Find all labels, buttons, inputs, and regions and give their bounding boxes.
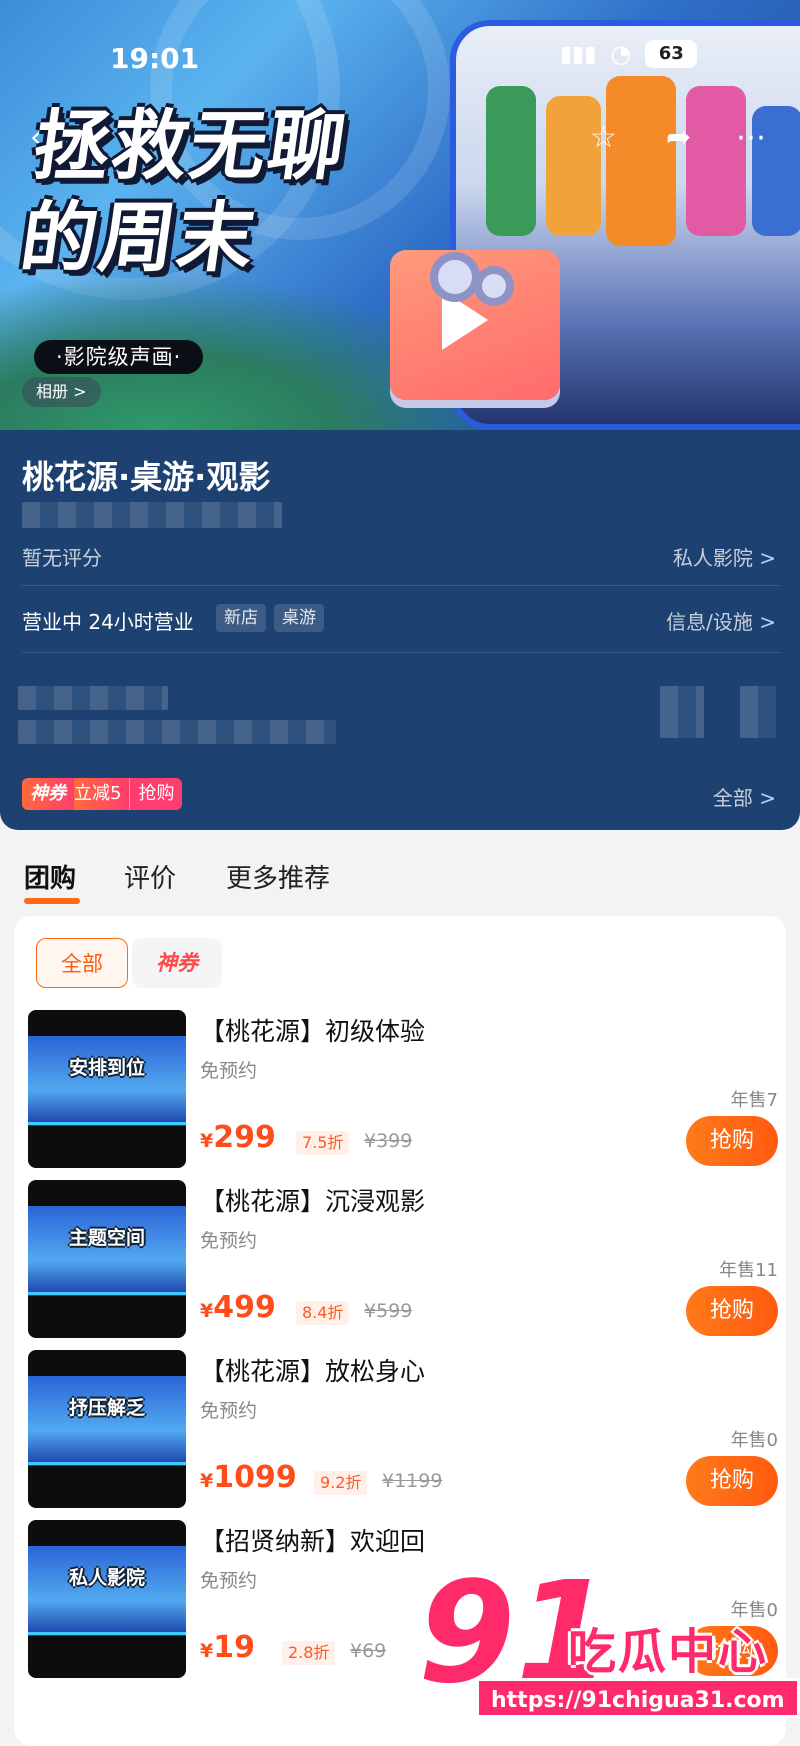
- coupon-value: 立减5: [74, 778, 130, 810]
- film-reel-icon: [430, 252, 480, 302]
- hero-pill: ·影院级声画·: [34, 340, 204, 374]
- deal-discount: 7.5折: [296, 1131, 350, 1155]
- coupon-strip[interactable]: 神券 立减5 抢购: [22, 778, 183, 810]
- poster-figure: [546, 96, 601, 236]
- deal-discount: 2.8折: [282, 1641, 336, 1665]
- headline-line1: 拯救无聊: [28, 101, 353, 190]
- watermark-text: 吃瓜中心: [568, 1624, 769, 1680]
- active-tab-indicator: [24, 898, 80, 904]
- deal-item[interactable]: 安排到位 【桃花源】初级体验 免预约 ¥299 7.5折 ¥399 年售7 抢购: [28, 1010, 778, 1170]
- tag-boardgame: 桌游: [274, 604, 324, 632]
- more-icon[interactable]: ⋯: [736, 118, 766, 158]
- tab-bar: 团购 评价 更多推荐: [0, 830, 800, 920]
- thumb-caption: 私人影院: [68, 1567, 145, 1589]
- hours-status: 营业中 24小时营业: [22, 610, 194, 634]
- deal-original-price: ¥599: [364, 1300, 413, 1322]
- deal-price: ¥19: [200, 1630, 255, 1665]
- deal-price: ¥299: [200, 1120, 276, 1155]
- blurred-location: [18, 686, 168, 710]
- film-reel-icon: [474, 266, 514, 306]
- store-info-card: 桃花源·桌游·观影 暂无评分 私人影院 > 营业中 24小时营业 新店 桌游 信…: [0, 430, 800, 830]
- deal-sold-count: 年售7: [730, 1090, 778, 1111]
- hero-headline: 拯救无聊 的周末: [15, 100, 353, 284]
- thumb-caption: 主题空间: [68, 1227, 145, 1249]
- deal-thumbnail: 抒压解乏: [28, 1350, 186, 1508]
- deal-original-price: ¥69: [350, 1640, 387, 1662]
- poster-figure: [606, 76, 676, 246]
- deal-discount: 9.2折: [314, 1471, 368, 1495]
- category-link[interactable]: 私人影院 >: [673, 542, 776, 571]
- buy-button[interactable]: 抢购: [686, 1286, 778, 1336]
- coupon-label: 神券: [22, 778, 74, 810]
- filter-god-coupon[interactable]: 神券: [132, 938, 222, 988]
- deal-item[interactable]: 主题空间 【桃花源】沉浸观影 免预约 ¥499 8.4折 ¥599 年售11 抢…: [28, 1180, 778, 1340]
- deal-thumbnail: 私人影院: [28, 1520, 186, 1678]
- coupon-grab-button[interactable]: 抢购: [129, 778, 183, 810]
- all-coupons-link[interactable]: 全部 >: [713, 782, 776, 811]
- divider: [22, 652, 780, 653]
- deal-title: 【桃花源】初级体验: [200, 1017, 426, 1046]
- deal-title: 【桃花源】放松身心: [200, 1357, 426, 1386]
- hero-banner[interactable]: 19:01 ▮▮▮ ◔ 63 ‹ ⌕ 私影 ☆ ➦ ⋯ 拯救无聊 的周末 ·影院…: [0, 0, 800, 432]
- facilities-link[interactable]: 信息/设施 >: [666, 606, 776, 635]
- blurred-icon: [740, 686, 776, 738]
- deal-discount: 8.4折: [296, 1301, 350, 1325]
- status-icons: ▮▮▮ ◔ 63: [560, 40, 698, 68]
- album-button[interactable]: 相册 >: [22, 377, 101, 407]
- headline-line2: 的周末: [15, 193, 262, 282]
- signal-icon: ▮▮▮: [560, 41, 597, 67]
- tag-new: 新店: [216, 604, 266, 632]
- filter-all[interactable]: 全部: [36, 938, 128, 988]
- store-name: 桃花源·桌游·观影: [22, 458, 271, 496]
- deal-sold-count: 年售11: [719, 1260, 778, 1281]
- buy-button[interactable]: 抢购: [686, 1116, 778, 1166]
- tab-more-recommend[interactable]: 更多推荐: [226, 858, 330, 895]
- watermark-url: https://91chigua31.com: [476, 1678, 800, 1718]
- blurred-icon: [660, 686, 704, 738]
- deal-original-price: ¥1199: [382, 1470, 443, 1492]
- deal-thumbnail: 安排到位: [28, 1010, 186, 1168]
- battery-icon: 63: [645, 40, 698, 68]
- deal-subtitle: 免预约: [200, 1060, 258, 1082]
- deal-title: 【招贤纳新】欢迎回: [200, 1527, 426, 1556]
- deal-item[interactable]: 抒压解乏 【桃花源】放松身心 免预约 ¥1099 9.2折 ¥1199 年售0 …: [28, 1350, 778, 1510]
- deal-subtitle: 免预约: [200, 1400, 258, 1422]
- deal-thumbnail: 主题空间: [28, 1180, 186, 1338]
- wifi-icon: ◔: [610, 40, 632, 68]
- divider: [22, 585, 780, 586]
- buy-button[interactable]: 抢购: [686, 1456, 778, 1506]
- thumb-caption: 安排到位: [68, 1057, 145, 1079]
- deal-sold-count: 年售0: [730, 1430, 778, 1451]
- deal-subtitle: 免预约: [200, 1570, 258, 1592]
- blurred-address: [22, 502, 282, 528]
- share-icon[interactable]: ➦: [666, 118, 691, 158]
- tab-reviews[interactable]: 评价: [124, 858, 176, 895]
- status-time: 19:01: [110, 42, 200, 75]
- deal-original-price: ¥399: [364, 1130, 413, 1152]
- thumb-caption: 抒压解乏: [68, 1397, 145, 1419]
- watermark-logo: 91 吃瓜中心 https://91chigua31.com: [418, 1552, 800, 1738]
- blurred-location: [18, 720, 336, 744]
- poster-figure: [486, 86, 536, 236]
- deal-price: ¥1099: [200, 1460, 297, 1495]
- deal-title: 【桃花源】沉浸观影: [200, 1187, 426, 1216]
- rating-text: 暂无评分: [22, 546, 102, 570]
- tab-group-buy[interactable]: 团购: [24, 858, 76, 895]
- deal-subtitle: 免预约: [200, 1230, 258, 1252]
- favorite-star-icon[interactable]: ☆: [590, 118, 617, 158]
- poster-figure: [686, 86, 746, 236]
- deal-price: ¥499: [200, 1290, 276, 1325]
